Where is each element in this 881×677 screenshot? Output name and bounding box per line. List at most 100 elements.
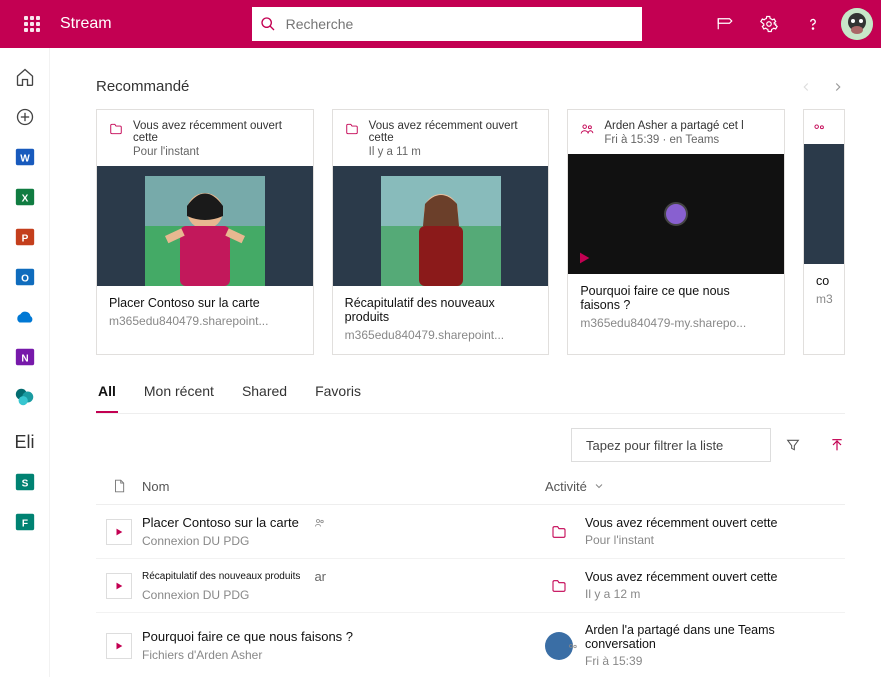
rail-text: Eli [14, 432, 34, 453]
doc-icon-header [96, 478, 142, 494]
svg-text:N: N [21, 354, 28, 365]
rail-sharepoint[interactable] [14, 386, 36, 408]
row-name: Récapitulatif des nouveaux produits [142, 571, 300, 582]
rail-powerpoint[interactable]: P [14, 226, 36, 248]
search-input[interactable] [286, 16, 634, 32]
table-row[interactable]: Récapitulatif des nouveaux produits ar Co… [96, 559, 845, 613]
rail-onedrive[interactable] [14, 306, 36, 328]
table-row[interactable]: Pourquoi faire ce que nous faisons ? Fic… [96, 613, 845, 677]
search-box[interactable] [252, 7, 642, 41]
people-icon [812, 122, 826, 136]
search-container [252, 7, 642, 41]
carousel-prev[interactable] [799, 80, 813, 94]
table-row[interactable]: Placer Contoso sur la carte Connexion DU… [96, 505, 845, 559]
col-name[interactable]: Nom [142, 479, 545, 494]
tab-all[interactable]: All [96, 383, 118, 413]
video-thumbnail [804, 144, 844, 264]
people-icon [580, 122, 594, 146]
rail-word[interactable]: W [14, 146, 36, 168]
settings-button[interactable] [749, 4, 789, 44]
card-source: m365edu840479-my.sharepo... [580, 316, 772, 330]
upload-icon[interactable] [829, 437, 845, 453]
svg-text:O: O [21, 274, 29, 285]
app-name[interactable]: Stream [60, 15, 112, 33]
video-thumbnail [568, 154, 784, 274]
rail-create[interactable] [14, 106, 36, 128]
folder-icon [109, 122, 123, 158]
tab-recent[interactable]: Mon récent [142, 383, 216, 413]
recommended-cards: Vous avez récemment ouvert cette Pour l'… [96, 109, 845, 355]
card-source: m365edu840479.sharepoint... [109, 314, 301, 328]
recommended-card[interactable]: Vous avez récemment ouvert cette Il y a … [332, 109, 550, 355]
folder-icon [545, 572, 573, 600]
row-activity: Arden l'a partagé dans une Teams convers… [585, 623, 845, 651]
video-thumbnail [333, 166, 549, 286]
tab-favorites[interactable]: Favoris [313, 383, 363, 413]
table-header: Nom Activité [96, 472, 845, 505]
card-source: m3 [816, 292, 832, 306]
filter-bar: Tapez pour filtrer la liste [96, 428, 845, 462]
header-actions [705, 4, 873, 44]
svg-text:S: S [21, 479, 28, 490]
svg-text:P: P [21, 234, 28, 245]
rail-outlook[interactable]: O [14, 266, 36, 288]
rail-excel[interactable]: X [14, 186, 36, 208]
rail-home[interactable] [14, 66, 36, 88]
app-rail: W X P O N Eli S F [0, 48, 50, 677]
row-activity: Vous avez récemment ouvert cette [585, 570, 777, 584]
play-icon [576, 250, 592, 266]
main-content: Recommandé Vous avez récemment ouvert ce… [50, 48, 881, 677]
avatar-icon [545, 632, 573, 660]
search-icon [260, 16, 276, 32]
recommended-card[interactable]: co m3 [803, 109, 845, 355]
tab-shared[interactable]: Shared [240, 383, 289, 413]
row-activity-time: Fri à 15:39 [585, 654, 845, 668]
card-time: Il y a 11 m [369, 146, 537, 158]
svg-text:W: W [20, 154, 30, 165]
carousel-next[interactable] [831, 80, 845, 94]
folder-icon [345, 122, 359, 158]
rail-sway[interactable]: S [14, 471, 36, 493]
app-header: Stream [0, 0, 881, 48]
row-sub: Fichiers d'Arden Asher [142, 648, 545, 662]
play-button[interactable] [106, 573, 132, 599]
card-title: Récapitulatif des nouveaux produits [345, 296, 537, 324]
rail-forms[interactable]: F [14, 511, 36, 533]
row-sub: Connexion DU PDG [142, 534, 545, 548]
card-title: Pourquoi faire ce que nous faisons ? [580, 284, 772, 312]
row-name: Placer Contoso sur la carte [142, 515, 299, 530]
premium-button[interactable] [705, 4, 745, 44]
recommended-card[interactable]: Arden Asher a partagé cet l Fri à 15:39 … [567, 109, 785, 355]
recommended-title: Recommandé [96, 78, 189, 95]
help-button[interactable] [793, 4, 833, 44]
row-activity: Vous avez récemment ouvert cette [585, 516, 777, 530]
svg-text:X: X [21, 194, 28, 205]
col-activity[interactable]: Activité [545, 479, 845, 494]
row-name: Pourquoi faire ce que nous faisons ? [142, 629, 353, 644]
play-button[interactable] [106, 633, 132, 659]
video-thumbnail [97, 166, 313, 286]
recommended-card[interactable]: Vous avez récemment ouvert cette Pour l'… [96, 109, 314, 355]
card-time: Pour l'instant [133, 146, 301, 158]
card-reason: Vous avez récemment ouvert cette [369, 120, 537, 144]
people-icon [313, 517, 327, 529]
card-reason: Vous avez récemment ouvert cette [133, 120, 301, 144]
filter-icon[interactable] [785, 437, 801, 453]
card-source: m365edu840479.sharepoint... [345, 328, 537, 342]
filter-placeholder: Tapez pour filtrer la liste [586, 438, 723, 453]
card-title: Placer Contoso sur la carte [109, 296, 301, 310]
play-button[interactable] [106, 519, 132, 545]
rail-onenote[interactable]: N [14, 346, 36, 368]
filter-field[interactable]: Tapez pour filtrer la liste [571, 428, 771, 462]
card-time: Fri à 15:39 · en Teams [604, 134, 743, 146]
folder-icon [545, 518, 573, 546]
row-extra: ar [314, 569, 326, 584]
waffle-icon [24, 16, 40, 32]
row-activity-time: Il y a 12 m [585, 587, 777, 601]
account-avatar[interactable] [841, 8, 873, 40]
app-launcher[interactable] [8, 0, 56, 48]
svg-text:F: F [21, 519, 27, 530]
row-sub: Connexion DU PDG [142, 588, 545, 602]
row-activity-time: Pour l'instant [585, 533, 777, 547]
content-tabs: All Mon récent Shared Favoris [96, 383, 845, 414]
